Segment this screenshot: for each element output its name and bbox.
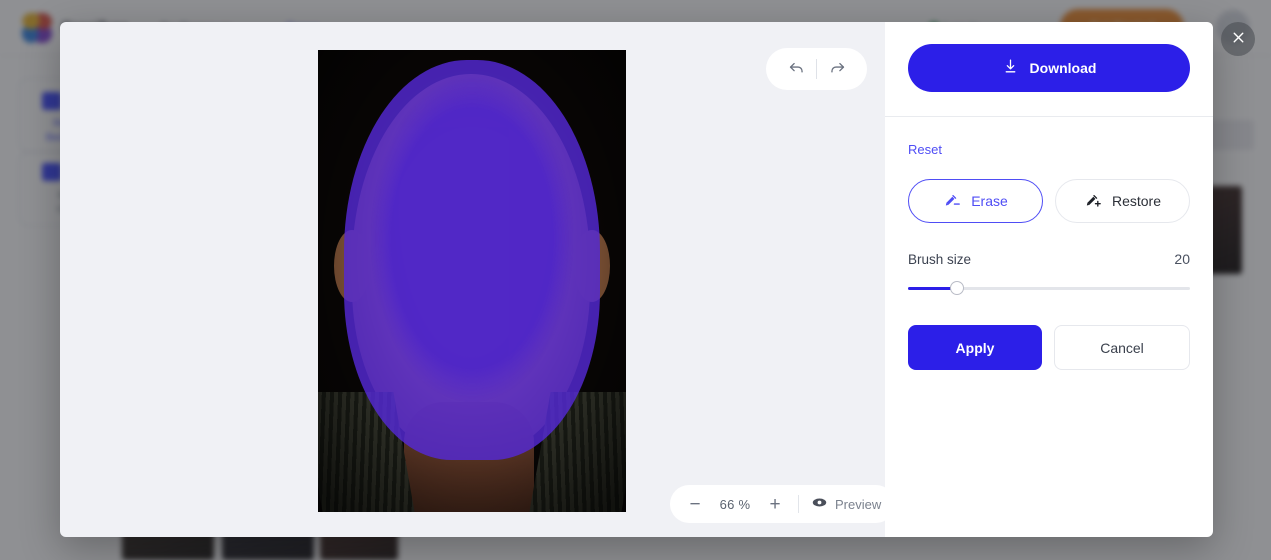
erase-mode-label: Erase	[971, 193, 1008, 209]
close-icon	[1230, 29, 1247, 49]
zoom-level-value: 66 %	[719, 496, 751, 512]
tools-section: Reset Erase Restore Brush size 20 Apply …	[885, 117, 1213, 370]
image-canvas[interactable]	[318, 50, 626, 512]
download-arrow-icon	[1002, 58, 1019, 78]
zoom-out-button[interactable]: −	[684, 493, 706, 515]
restore-mode-button[interactable]: Restore	[1055, 179, 1190, 223]
preview-toggle[interactable]: Preview	[811, 494, 881, 514]
download-label: Download	[1029, 60, 1097, 76]
preview-label: Preview	[835, 496, 882, 512]
brush-plus-icon	[1084, 190, 1103, 212]
undo-button[interactable]	[776, 49, 816, 89]
brush-minus-icon	[943, 190, 962, 212]
brush-size-label: Brush size	[908, 252, 972, 267]
editor-controls-pane: Download Reset Erase Restore Brush size …	[885, 22, 1213, 537]
slider-thumb[interactable]	[950, 281, 965, 295]
cancel-button[interactable]: Cancel	[1054, 325, 1190, 370]
restore-mode-label: Restore	[1111, 193, 1162, 209]
apply-button[interactable]: Apply	[908, 325, 1042, 370]
zoom-toolbar: − 66 % + Preview	[670, 485, 896, 523]
download-button[interactable]: Download	[908, 44, 1190, 92]
zoom-in-button[interactable]: +	[764, 493, 786, 515]
brush-size-row: Brush size 20	[908, 251, 1190, 267]
redo-button[interactable]	[817, 49, 857, 89]
brush-mode-group: Erase Restore	[908, 179, 1190, 223]
redo-arrow-icon	[828, 58, 847, 80]
eye-icon	[811, 494, 828, 514]
image-editor-modal: − 66 % + Preview Download Reset Erase Re…	[60, 22, 1213, 537]
brush-size-slider[interactable]	[908, 281, 1190, 295]
download-section: Download	[885, 22, 1213, 117]
brush-size-value: 20	[1174, 251, 1190, 267]
action-buttons: Apply Cancel	[908, 325, 1190, 370]
reset-link[interactable]: Reset	[908, 142, 942, 157]
zoom-divider	[798, 495, 799, 513]
history-toolbar	[766, 48, 867, 90]
editor-canvas-pane: − 66 % + Preview	[60, 22, 896, 537]
erase-mode-button[interactable]: Erase	[908, 179, 1043, 223]
undo-arrow-icon	[787, 58, 806, 80]
close-modal-button[interactable]	[1221, 22, 1255, 56]
